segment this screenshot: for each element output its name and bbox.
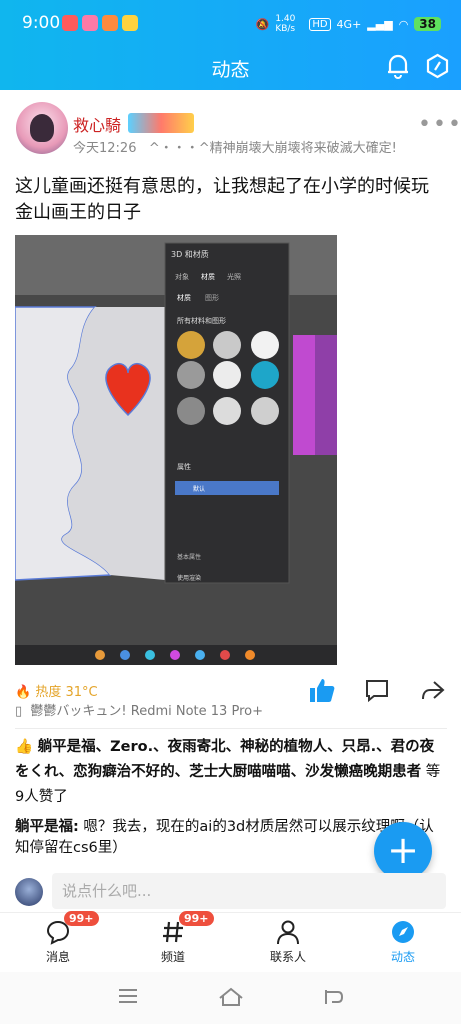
tab-badge: 99+ (64, 911, 99, 926)
comment-input[interactable]: 说点什么吧... (52, 873, 446, 909)
status-right: 🔕 1.40 KB/s HD 4G+ ▂▄▆ ◠ 38 (256, 14, 441, 34)
divider (15, 728, 447, 729)
network-type: 4G+ (336, 17, 362, 31)
post-username[interactable]: 救心騎 (73, 112, 121, 136)
signal-icon: ▂▄▆ (367, 17, 393, 31)
tab-badge: 99+ (179, 911, 214, 926)
device-info: ▯ 鬱鬱バッキュン! Redmi Note 13 Pro+ (15, 700, 263, 719)
my-avatar (15, 878, 43, 906)
share-icon[interactable] (420, 677, 446, 703)
panel-subtab-material: 材质 (177, 293, 191, 302)
net-speed: 1.40 KB/s (275, 14, 296, 34)
settings-hex-icon[interactable] (425, 53, 450, 79)
notification-icons (62, 15, 138, 31)
more-options-icon[interactable]: ••• (418, 112, 461, 137)
menu-icon[interactable] (117, 986, 139, 1006)
comment-icon[interactable] (364, 677, 390, 703)
weibo-icon (62, 15, 78, 31)
status-bar: 9:00 🔕 1.40 KB/s HD 4G+ ▂▄▆ ◠ 38 (0, 0, 461, 46)
panel-section-all: 所有材料和图形 (177, 316, 226, 325)
status-time: 9:00 (22, 13, 61, 33)
thumb-icon: 👍 (15, 739, 34, 755)
bottom-tab-bar: 99+ 消息 99+ 频道 联系人 动态 (0, 911, 461, 973)
comment-item[interactable]: 躺平是福: 嗯？我去，现在的ai的3d材质居然可以展示纹理啊（认知停留在cs6里… (15, 817, 435, 859)
panel-title: 3D 和材质 (171, 249, 209, 259)
panel-subtab-graphic: 图形 (205, 294, 219, 302)
tab-channels[interactable]: 99+ 频道 (133, 911, 214, 973)
bell-icon[interactable] (386, 53, 410, 79)
likes-list[interactable]: 👍 躺平是福、Zero.、夜雨寄北、神秘的植物人、只昂.、君の夜をくれ、恋狗癖治… (15, 735, 445, 810)
home-icon[interactable] (218, 986, 244, 1008)
tab-label: 动态 (390, 950, 415, 964)
tab-contacts[interactable]: 联系人 (248, 913, 328, 973)
panel-basic-props: 基本属性 (177, 553, 201, 561)
like-icon[interactable] (308, 676, 336, 704)
tab-label: 联系人 (269, 950, 306, 964)
system-nav-bar (0, 972, 461, 1024)
comment-user[interactable]: 躺平是福: (15, 819, 79, 835)
battery-level: 38 (414, 17, 441, 31)
device-name: 鬱鬱バッキュン! Redmi Note 13 Pro+ (30, 704, 263, 719)
comment-input-row: 说点什么吧... (0, 870, 461, 910)
panel-tab-material: 材质 (201, 272, 215, 281)
likes-names: 躺平是福、Zero.、夜雨寄北、神秘的植物人、只昂.、君の夜をくれ、恋狗癖治不好… (15, 739, 435, 780)
tab-label: 频道 (160, 950, 185, 964)
flame-icon: 🔥 (15, 685, 32, 700)
post-meta: 今天12:26 ^・・・^精神崩壊大崩壊将来破滅大確定! (73, 137, 397, 156)
app-icon (102, 15, 118, 31)
back-icon[interactable] (322, 986, 344, 1008)
tab-feed[interactable]: 动态 (363, 913, 443, 973)
panel-property-item: 默认 (193, 485, 205, 493)
contacts-icon (277, 920, 299, 945)
panel-section-props: 属性 (177, 462, 191, 471)
app-icon (122, 15, 138, 31)
post-content: 这儿童画还挺有意思的，让我想起了在小学的时候玩金山画王的日子 (15, 176, 429, 223)
heat-value: 热度 31°C (35, 685, 98, 700)
avatar[interactable] (16, 102, 68, 154)
panel-render-button: 使用渲染 (177, 574, 201, 582)
panel-tab-light: 光照 (227, 272, 241, 281)
phone-icon: ▯ (15, 704, 23, 719)
user-signature: ^・・・^精神崩壊大崩壊将来破滅大確定! (148, 141, 397, 156)
post-image[interactable]: 3D 和材质 对象 材质 光照 材质 图形 所有材料和图形 属性 默认 基本属性… (15, 235, 337, 665)
user-badge (128, 113, 194, 133)
panel-tab-object: 对象 (175, 272, 189, 281)
app-icon (82, 15, 98, 31)
heat-indicator: 🔥 热度 31°C (15, 681, 98, 700)
app-header: 9:00 🔕 1.40 KB/s HD 4G+ ▂▄▆ ◠ 38 动态 (0, 0, 461, 90)
feed-icon (392, 921, 414, 943)
tab-messages[interactable]: 99+ 消息 (18, 911, 99, 973)
wifi-icon: ◠ (398, 17, 409, 31)
tab-label: 消息 (45, 950, 70, 964)
hd-icon: HD (309, 17, 331, 31)
post-time: 今天12:26 (73, 141, 137, 156)
mute-icon: 🔕 (255, 17, 270, 31)
